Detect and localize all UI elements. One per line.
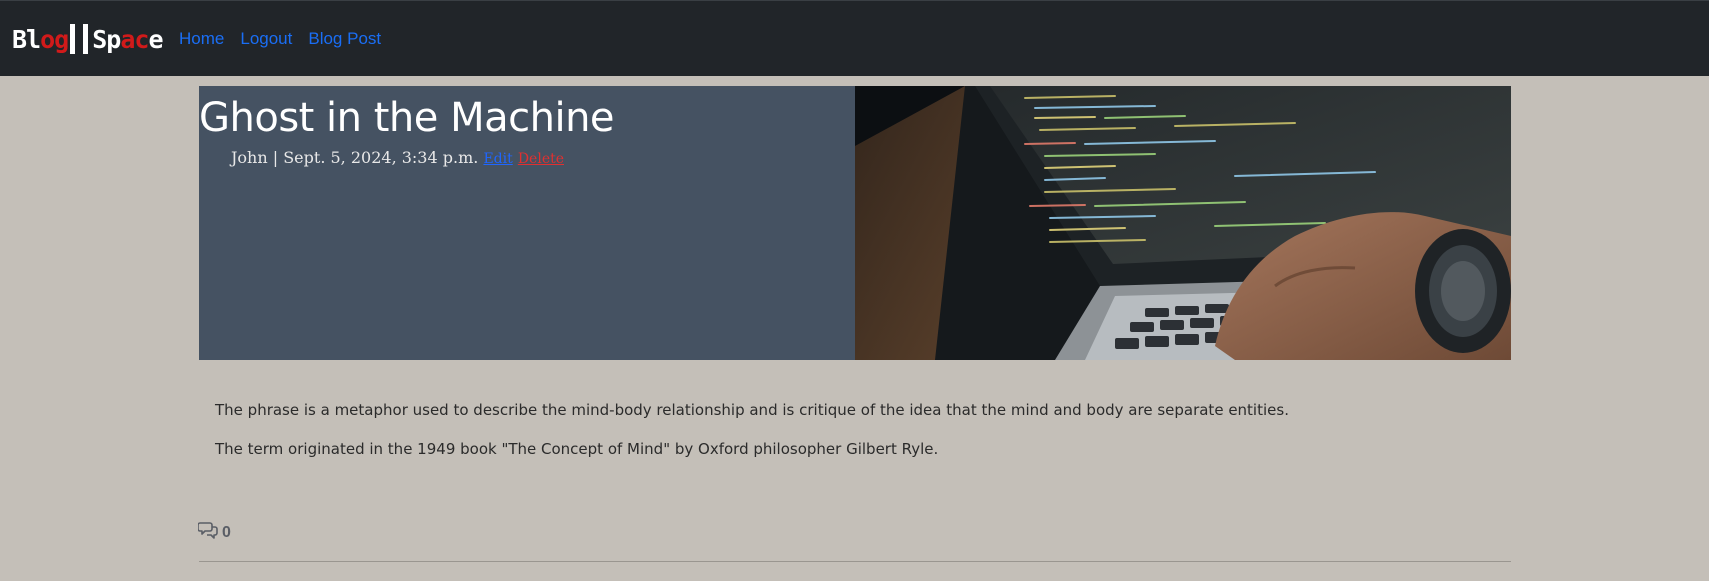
post-body: The phrase is a metaphor used to describ… (215, 398, 1495, 476)
brand-text-2b: ac (120, 24, 149, 54)
nav-link-blog-post[interactable]: Blog Post (308, 27, 381, 51)
nav-link-home[interactable]: Home (179, 27, 224, 51)
nav-link-logout[interactable]: Logout (240, 27, 292, 51)
brand-logo[interactable]: Bl og Sp ac e (12, 21, 164, 57)
brand-text-1a: Bl (12, 24, 41, 54)
post-header-panel: Ghost in the Machine John | Sept. 5, 202… (199, 86, 855, 360)
post-meta: John | Sept. 5, 2024, 3:34 p.m. Edit Del… (231, 146, 564, 171)
post-paragraph: The term originated in the 1949 book "Th… (215, 440, 939, 458)
delete-link[interactable]: Delete (518, 151, 564, 167)
brand-text-2a: Sp (92, 24, 121, 54)
comments-count-value: 0 (222, 523, 231, 541)
post-title: Ghost in the Machine (199, 95, 615, 141)
brand-bar-divider (83, 24, 89, 54)
nav-links: Home Logout Blog Post (179, 27, 381, 51)
post-author-date: John | Sept. 5, 2024, 3:34 p.m. (231, 148, 479, 167)
brand-text-1b: og (40, 24, 69, 54)
laptop-coding-image (855, 86, 1511, 360)
edit-link[interactable]: Edit (483, 151, 512, 167)
post-header: Ghost in the Machine John | Sept. 5, 202… (199, 86, 1511, 360)
divider (199, 561, 1511, 562)
navbar: Bl og Sp ac e Home Logout Blog Post (0, 0, 1709, 76)
post-paragraph: The phrase is a metaphor used to describ… (215, 401, 1289, 419)
comments-icon (197, 521, 218, 544)
brand-bar-divider (70, 24, 76, 54)
brand-text-2c: e (148, 24, 163, 54)
comments-count[interactable]: 0 (197, 521, 231, 544)
